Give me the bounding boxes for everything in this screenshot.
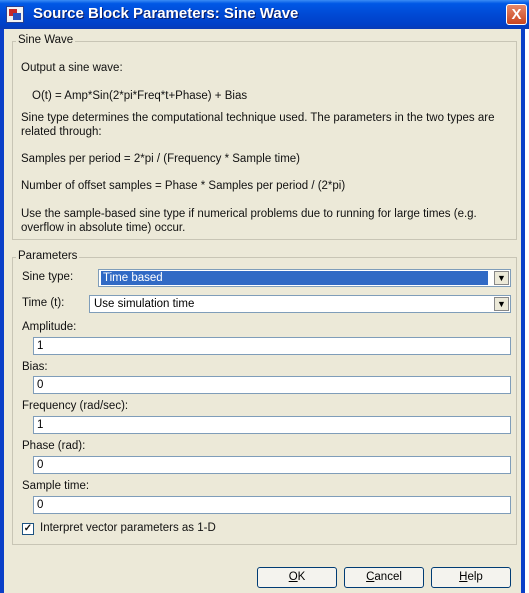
phase-field[interactable]: 0 <box>33 456 511 474</box>
advice-text: Use the sample-based sine type if numeri… <box>21 208 477 234</box>
bias-label: Bias: <box>22 361 48 373</box>
chevron-down-icon[interactable]: ▼ <box>494 297 509 311</box>
interpret-vector-checkbox[interactable]: ✓ <box>22 523 34 535</box>
time-select[interactable]: Use simulation time ▼ <box>89 295 511 313</box>
amplitude-field[interactable]: 1 <box>33 337 511 355</box>
sample-time-label: Sample time: <box>22 480 90 492</box>
frequency-label: Frequency (rad/sec): <box>22 400 129 412</box>
amplitude-label: Amplitude: <box>22 321 77 333</box>
sample-time-field[interactable]: 0 <box>33 496 511 514</box>
phase-label: Phase (rad): <box>22 440 86 452</box>
sine-type-description: Sine type determines the computational t… <box>21 112 495 138</box>
chevron-down-icon[interactable]: ▼ <box>494 271 509 285</box>
close-icon[interactable]: X <box>506 4 527 25</box>
window-title: Source Block Parameters: Sine Wave <box>33 5 299 22</box>
cancel-button[interactable]: Cancel <box>344 567 424 588</box>
checkmark-icon: ✓ <box>23 523 33 534</box>
formula-text: O(t) = Amp*Sin(2*pi*Freq*t+Phase) + Bias <box>32 90 248 102</box>
samples-per-period-text: Samples per period = 2*pi / (Frequency *… <box>21 153 301 165</box>
title-bar[interactable]: Source Block Parameters: Sine Wave X <box>0 0 529 29</box>
time-label: Time (t): <box>22 297 65 309</box>
frequency-field[interactable]: 1 <box>33 416 511 434</box>
sine-wave-legend: Sine Wave <box>16 34 76 46</box>
interpret-vector-label[interactable]: Interpret vector parameters as 1-D <box>40 522 216 534</box>
simulink-block-icon <box>6 6 24 23</box>
help-button[interactable]: Help <box>431 567 511 588</box>
parameters-legend: Parameters <box>16 250 80 262</box>
ok-button[interactable]: OK <box>257 567 337 588</box>
sine-type-value: Time based <box>101 271 488 285</box>
sine-type-label: Sine type: <box>22 271 74 283</box>
time-value: Use simulation time <box>94 298 195 310</box>
sine-type-select[interactable]: Time based ▼ <box>98 269 511 287</box>
offset-samples-text: Number of offset samples = Phase * Sampl… <box>21 180 346 192</box>
bias-field[interactable]: 0 <box>33 376 511 394</box>
intro-text: Output a sine wave: <box>21 62 123 74</box>
